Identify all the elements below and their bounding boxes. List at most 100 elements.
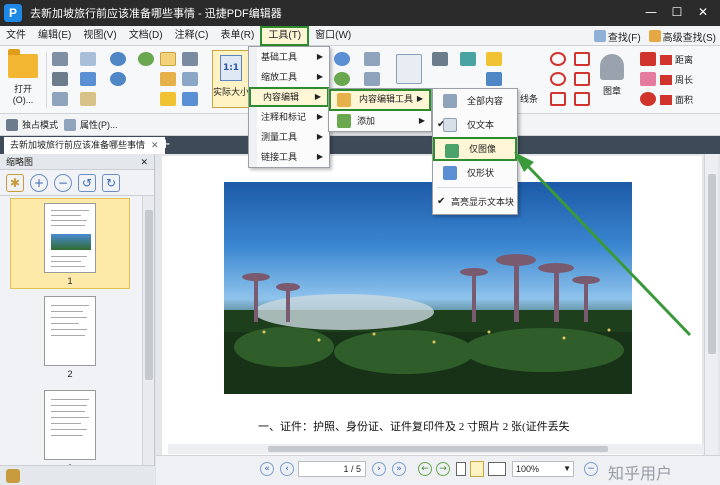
vertical-scroll-thumb[interactable] [708, 174, 716, 354]
menu-add[interactable]: 添加 ▶ [329, 111, 431, 131]
menu-document[interactable]: 文档(D) [123, 26, 169, 46]
facing-pages-icon[interactable] [488, 462, 506, 476]
menu-highlight-text-blocks[interactable]: ✔ 高亮显示文本块 [433, 190, 517, 214]
email-icon[interactable] [80, 52, 96, 66]
no-entry-icon[interactable] [640, 92, 656, 106]
pentagon-icon[interactable] [574, 72, 590, 86]
note-icon[interactable] [486, 52, 502, 66]
zoom-area-icon[interactable] [182, 92, 198, 106]
prev-page-icon[interactable]: ‹ [280, 462, 294, 476]
horizontal-scrollbar[interactable] [168, 444, 708, 454]
single-page-icon[interactable] [456, 462, 466, 476]
text-tool-icon[interactable] [364, 72, 380, 86]
rotate-right-icon[interactable]: ↻ [102, 173, 120, 192]
circle-icon[interactable] [550, 72, 566, 86]
thumbnail-item[interactable]: 1 [10, 198, 130, 289]
tab-close-icon[interactable]: ✕ [151, 140, 159, 150]
select-icon[interactable] [160, 72, 176, 86]
distance-tool[interactable]: 距离 [660, 53, 693, 66]
stamp-button[interactable]: 图章 [592, 50, 632, 108]
zoom-in-icon[interactable] [334, 52, 350, 66]
panel-options-icon[interactable] [6, 469, 20, 483]
area-tool[interactable]: 面积 [660, 93, 693, 106]
redo-icon[interactable] [110, 72, 126, 86]
menu-view[interactable]: 视图(V) [77, 26, 122, 46]
rectangle-icon[interactable] [550, 92, 566, 106]
document-tab[interactable]: 去新加坡旅行前应该准备哪些事情 ✕ [4, 137, 165, 154]
rotate-icon[interactable] [334, 72, 350, 86]
menu-image-only[interactable]: 仅图像 [433, 137, 517, 161]
thumbnail-scrollbar[interactable] [142, 196, 154, 466]
panel-close-icon[interactable]: ✕ [140, 154, 148, 170]
page-number-input[interactable]: 1 / 5 [298, 461, 366, 477]
print-icon[interactable] [52, 72, 68, 86]
perimeter-tool[interactable]: 周长 [660, 73, 693, 86]
first-page-icon[interactable]: « [260, 462, 274, 476]
text-select-icon[interactable] [182, 72, 198, 86]
menu-content-edit[interactable]: 内容编辑 ▶ [249, 87, 329, 107]
ellipse-icon[interactable] [550, 52, 566, 66]
menu-basic-tools[interactable]: 基础工具 ▶ [249, 47, 329, 67]
find-button[interactable]: 查找(F) [593, 29, 641, 44]
hand-icon[interactable] [160, 52, 176, 66]
advanced-find-button[interactable]: 高级查找(S) [648, 29, 716, 44]
eraser-icon[interactable] [640, 72, 656, 86]
cloud-shape-icon[interactable] [574, 92, 590, 106]
thumb-zoom-out-icon[interactable]: − [54, 173, 72, 192]
menu-content-edit-tool[interactable]: 内容编辑工具 ▶ [329, 89, 431, 111]
thumbnail-scroll-thumb[interactable] [145, 210, 153, 380]
thumb-zoom-in-icon[interactable]: + [30, 173, 48, 192]
pencil-icon[interactable] [640, 52, 656, 66]
menu-edit[interactable]: 编辑(E) [32, 26, 77, 46]
new-doc-icon[interactable] [80, 92, 96, 106]
zoom-out-icon[interactable]: − [584, 462, 598, 476]
menu-text-only[interactable]: ✔ 仅文本 [433, 113, 517, 137]
menu-comment[interactable]: 注释(C) [169, 26, 215, 46]
close-icon[interactable]: ✕ [690, 2, 716, 22]
zoom-dropdown[interactable]: 100% ▼ [512, 461, 574, 477]
document-photo[interactable] [224, 182, 632, 394]
save-icon[interactable] [52, 52, 68, 66]
polygon-icon[interactable] [574, 52, 590, 66]
snapshot-icon[interactable] [160, 92, 176, 106]
history-back-icon[interactable]: ← [418, 462, 432, 476]
callout-icon[interactable] [460, 52, 476, 66]
vertical-scrollbar[interactable] [704, 154, 718, 455]
actual-size-button[interactable]: 1:1 实际大小 [212, 50, 250, 108]
continuous-page-icon[interactable] [470, 461, 484, 477]
maximize-icon[interactable]: ☐ [664, 2, 690, 22]
page-icon[interactable] [52, 92, 68, 106]
thumbnail-item[interactable]: 3 [10, 386, 130, 475]
properties-button[interactable]: 属性(P)... [64, 118, 118, 131]
undo-icon[interactable] [110, 52, 126, 66]
last-page-icon[interactable]: » [392, 462, 406, 476]
menu-file[interactable]: 文件 [0, 26, 32, 46]
horizontal-scroll-thumb[interactable] [268, 446, 608, 452]
minimize-icon[interactable]: — [638, 2, 664, 22]
next-page-icon[interactable]: › [372, 462, 386, 476]
menu-annotation-markup[interactable]: 注释和标记 ▶ [249, 107, 329, 127]
menu-tools[interactable]: 工具(T) [260, 25, 310, 46]
thumbnail-settings-icon[interactable]: ✱ [6, 173, 24, 192]
menu-shape-only[interactable]: 仅形状 [433, 161, 517, 185]
camera-icon[interactable] [182, 52, 198, 66]
thumbnail-item[interactable]: 2 [10, 292, 130, 381]
new-tab-icon[interactable]: + [160, 137, 171, 153]
back-icon[interactable] [138, 52, 154, 66]
form-doc-icon[interactable] [396, 54, 422, 84]
menu-form[interactable]: 表单(R) [214, 26, 260, 46]
attach-icon[interactable] [486, 72, 502, 86]
menu-window[interactable]: 窗口(W) [309, 26, 357, 46]
history-forward-icon[interactable]: → [436, 462, 450, 476]
cloud-icon[interactable] [80, 72, 96, 86]
menu-zoom-tools[interactable]: 缩放工具 ▶ [249, 67, 329, 87]
text-box-icon[interactable] [432, 52, 448, 66]
exclusive-mode-button[interactable]: 独占模式 [6, 118, 58, 131]
menu-measure-tools[interactable]: 测量工具 ▶ [249, 127, 329, 147]
typewriter-icon[interactable] [364, 52, 380, 66]
rotate-left-icon[interactable]: ↺ [78, 173, 96, 192]
menu-link-tools[interactable]: 链接工具 ▶ [249, 147, 329, 167]
menu-all-content[interactable]: 全部内容 [433, 89, 517, 113]
open-button[interactable]: 打开(O)... [4, 49, 42, 108]
document-text-line[interactable]: 一、证件：护照、身份证、证件复印件及 2 寸照片 2 张(证件丢失 [258, 418, 570, 434]
